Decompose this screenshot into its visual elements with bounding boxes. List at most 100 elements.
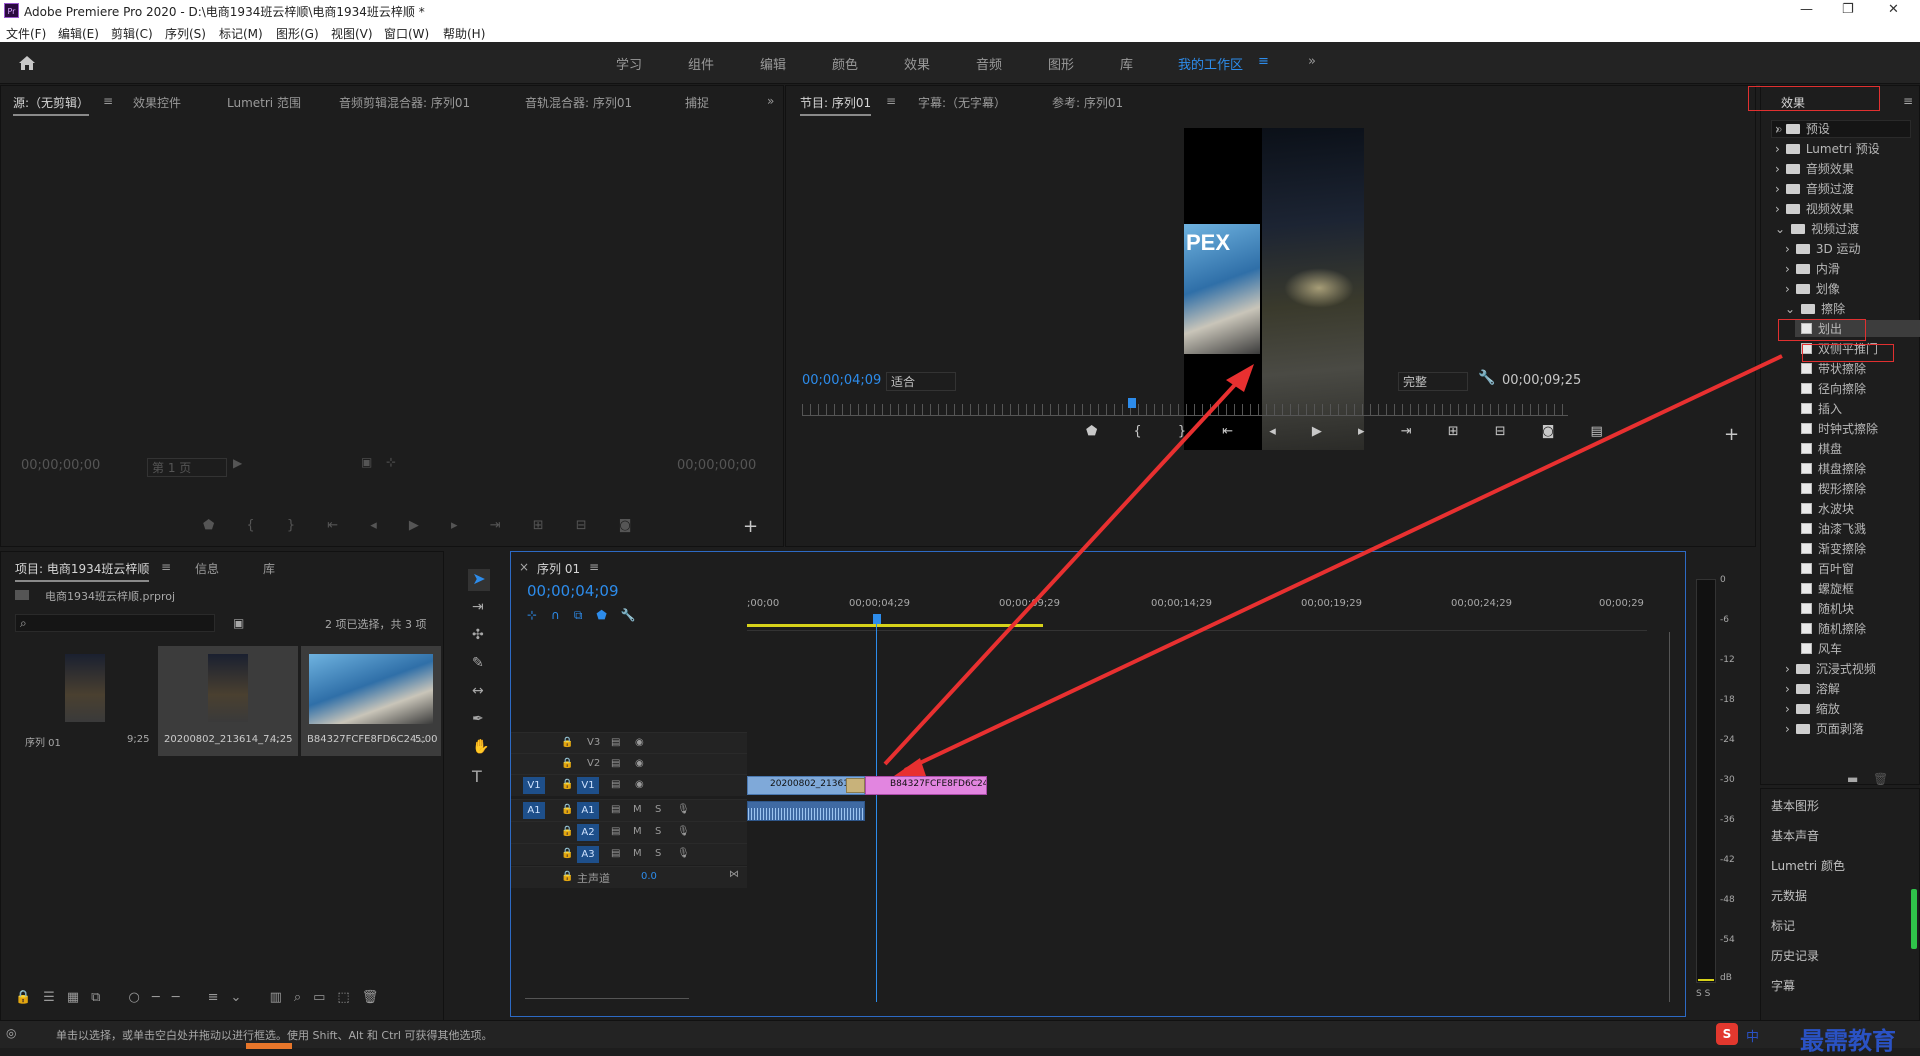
effects-item[interactable]: 随机块 xyxy=(1795,600,1854,617)
effects-folder[interactable]: › 缩放 xyxy=(1785,700,1840,717)
effects-item[interactable]: 螺旋框 xyxy=(1795,580,1854,597)
source-patch-a1[interactable]: A1 xyxy=(523,802,545,819)
tab-source[interactable]: 源:（无剪辑） xyxy=(13,94,90,116)
menu-sequence[interactable]: 序列(S) xyxy=(165,25,206,42)
chevron-icon[interactable]: ⌄ xyxy=(1775,222,1785,236)
quality-select[interactable]: 完整 xyxy=(1398,372,1468,391)
tab-capture[interactable]: 捕捉 xyxy=(685,94,709,111)
pen-tool-icon[interactable]: ✒ xyxy=(472,711,484,727)
panel-captions[interactable]: 字幕 xyxy=(1771,977,1795,994)
track-target-a1[interactable]: A1 xyxy=(577,802,599,819)
effects-folder[interactable]: › 划像 xyxy=(1785,280,1840,297)
effects-item[interactable]: 时钟式擦除 xyxy=(1795,420,1878,437)
ripple-edit-tool-icon[interactable]: ✣ xyxy=(472,627,484,643)
panel-lumetri-color[interactable]: Lumetri 颜色 xyxy=(1771,857,1845,874)
panel-overflow-icon[interactable]: » xyxy=(767,94,774,108)
menu-graphics[interactable]: 图形(G) xyxy=(276,25,319,42)
tab-program-menu-icon[interactable]: ≡ xyxy=(886,94,896,108)
workspace-color[interactable]: 颜色 xyxy=(832,54,858,73)
panel-essential-sound[interactable]: 基本声音 xyxy=(1771,827,1819,844)
source-page-select[interactable]: 第 1 页 xyxy=(147,458,227,477)
tab-libraries[interactable]: 库 xyxy=(263,560,275,577)
workspace-audio[interactable]: 音频 xyxy=(976,54,1002,73)
hand-tool-icon[interactable]: ✋ xyxy=(472,739,489,755)
effects-folder[interactable]: › 页面剥落 xyxy=(1785,720,1864,737)
effects-item[interactable]: 风车 xyxy=(1795,640,1842,657)
sequence-menu-icon[interactable]: ≡ xyxy=(589,560,599,574)
workspace-assembly[interactable]: 组件 xyxy=(688,54,714,73)
chevron-icon[interactable]: › xyxy=(1785,282,1790,296)
sync-icon[interactable]: ▤ xyxy=(611,826,620,837)
eye-icon[interactable]: ◉ xyxy=(635,779,644,790)
menu-window[interactable]: 窗口(W) xyxy=(384,25,429,42)
eye-icon[interactable]: ◉ xyxy=(635,758,644,769)
sync-icon[interactable]: ▤ xyxy=(611,737,620,748)
mute-button[interactable]: M xyxy=(633,804,642,815)
close-button[interactable]: ✕ xyxy=(1888,2,1899,17)
lock-icon[interactable]: 🔒 xyxy=(561,804,573,815)
eye-icon[interactable]: ◉ xyxy=(635,737,644,748)
mute-button[interactable]: M xyxy=(633,848,642,859)
add-button-icon[interactable]: + xyxy=(743,516,758,537)
effects-folder[interactable]: › 音频效果 xyxy=(1775,160,1854,177)
effects-item[interactable]: 随机擦除 xyxy=(1795,620,1866,637)
wrench-icon[interactable]: 🔧 xyxy=(1478,370,1495,386)
chevron-icon[interactable]: › xyxy=(1785,682,1790,696)
tab-source-menu-icon[interactable]: ≡ xyxy=(103,94,113,108)
project-toolbar[interactable]: 🔒☰▦⧉ ○── ≡⌄ ▥⌕▭⬚🗑 xyxy=(15,990,390,1005)
solo-button[interactable]: S xyxy=(655,826,661,837)
master-volume[interactable]: 0.0 xyxy=(641,871,657,882)
timeline-ruler[interactable]: ;00;00 00;00;04;29 00;00;09;29 00;00;14;… xyxy=(747,598,1647,616)
razor-tool-icon[interactable]: ✎ xyxy=(472,655,484,671)
home-icon[interactable] xyxy=(18,55,36,71)
workspace-libraries[interactable]: 库 xyxy=(1120,54,1133,73)
timeline-v-scrollbar[interactable] xyxy=(1669,632,1670,1002)
chevron-icon[interactable]: › xyxy=(1775,142,1780,156)
effects-folder[interactable]: › 视频效果 xyxy=(1775,200,1854,217)
effects-item[interactable]: 百叶窗 xyxy=(1795,560,1854,577)
ime-mode[interactable]: 中 xyxy=(1746,1026,1759,1045)
tab-captions[interactable]: 字幕:（无字幕） xyxy=(918,94,1006,111)
selection-tool-icon[interactable]: ➤ xyxy=(468,569,490,591)
panel-essential-graphics[interactable]: 基本图形 xyxy=(1771,797,1819,814)
fit-select[interactable]: 适合 xyxy=(886,372,956,391)
tab-info[interactable]: 信息 xyxy=(195,560,219,577)
sync-icon[interactable]: ▤ xyxy=(611,848,620,859)
timeline-timecode[interactable]: 00;00;04;09 xyxy=(527,582,619,600)
project-item-clip1[interactable]: 20200802_213614_7... 4;25 xyxy=(158,646,298,756)
program-scrubber[interactable] xyxy=(802,404,1568,416)
timeline-playhead-handle[interactable] xyxy=(873,614,881,624)
master-expand-icon[interactable]: ⋈ xyxy=(729,869,739,880)
slip-tool-icon[interactable]: ↔ xyxy=(472,683,484,699)
effects-item[interactable]: 楔形擦除 xyxy=(1795,480,1866,497)
effects-item[interactable]: 渐变擦除 xyxy=(1795,540,1866,557)
track-target-a2[interactable]: A2 xyxy=(577,824,599,841)
workspace-editing[interactable]: 编辑 xyxy=(760,54,786,73)
program-transport-controls[interactable]: ⬟ { } ⇤ ◂ ▶ ▸ ⇥ ⊞ ⊟ ◙ ▤ xyxy=(1086,424,1619,439)
effects-folder[interactable]: › Lumetri 预设 xyxy=(1775,140,1880,157)
effects-menu-icon[interactable]: ≡ xyxy=(1903,94,1913,108)
mic-icon[interactable]: 🎙 xyxy=(677,848,690,859)
workspace-effects[interactable]: 效果 xyxy=(904,54,930,73)
program-add-button[interactable]: + xyxy=(1724,424,1739,445)
menu-file[interactable]: 文件(F) xyxy=(6,25,46,42)
sogou-ime-icon[interactable]: S xyxy=(1716,1023,1738,1045)
chevron-icon[interactable]: › xyxy=(1775,182,1780,196)
project-item-sequence[interactable]: 序列 01 9;25 xyxy=(15,646,155,756)
chevron-icon[interactable]: › xyxy=(1785,262,1790,276)
tab-audio-clip-mixer[interactable]: 音频剪辑混合器: 序列01 xyxy=(339,94,470,111)
workspace-overflow-icon[interactable]: » xyxy=(1308,54,1316,69)
effects-item[interactable]: 径向擦除 xyxy=(1795,380,1866,397)
chevron-icon[interactable]: › xyxy=(1785,722,1790,736)
type-tool-icon[interactable]: T xyxy=(472,767,482,786)
menu-edit[interactable]: 编辑(E) xyxy=(58,25,99,42)
effects-item[interactable]: 棋盘擦除 xyxy=(1795,460,1866,477)
menu-marker[interactable]: 标记(M) xyxy=(219,25,263,42)
menu-clip[interactable]: 剪辑(C) xyxy=(111,25,153,42)
panel-history[interactable]: 历史记录 xyxy=(1771,947,1819,964)
close-sequence-icon[interactable]: × xyxy=(519,560,529,574)
lock-icon[interactable]: 🔒 xyxy=(561,871,573,882)
track-target-v1[interactable]: V1 xyxy=(577,777,599,794)
chevron-icon[interactable]: ⌄ xyxy=(1785,302,1795,316)
effects-item[interactable]: 水波块 xyxy=(1795,500,1854,517)
